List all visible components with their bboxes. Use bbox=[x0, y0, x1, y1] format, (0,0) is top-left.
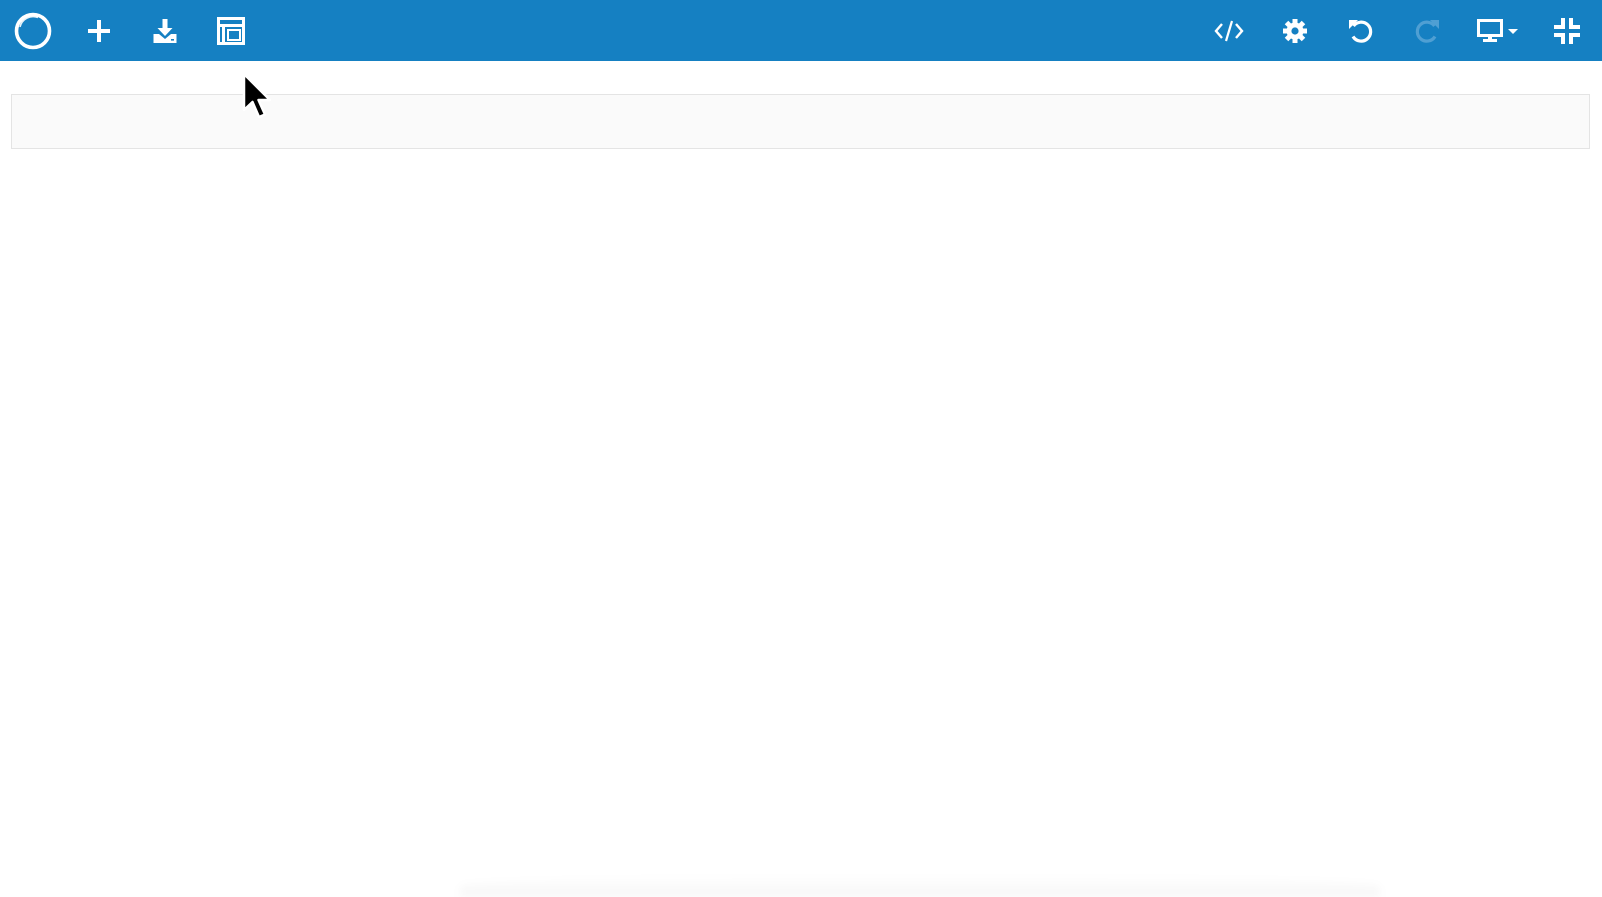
exit-fullscreen-button[interactable] bbox=[1536, 0, 1598, 61]
add-block-button[interactable] bbox=[66, 0, 132, 61]
device-preview-dropdown[interactable] bbox=[1460, 0, 1536, 61]
editor-canvas[interactable] bbox=[0, 61, 1602, 897]
toolbar-right-group bbox=[1196, 0, 1602, 61]
layout-icon bbox=[217, 16, 245, 45]
logo-ring-icon bbox=[14, 12, 52, 49]
desktop-device-icon bbox=[1477, 18, 1503, 42]
undo-icon bbox=[1349, 19, 1373, 43]
page-builder-app bbox=[0, 0, 1602, 897]
chevron-down-icon bbox=[1508, 28, 1518, 34]
settings-button[interactable] bbox=[1262, 0, 1328, 61]
top-toolbar bbox=[0, 0, 1602, 61]
compress-icon bbox=[1554, 17, 1580, 44]
canvas-bottom-shadow bbox=[460, 875, 1380, 897]
toolbar-left-group bbox=[0, 0, 264, 61]
empty-section[interactable] bbox=[11, 94, 1590, 149]
download-icon bbox=[153, 18, 177, 43]
code-icon bbox=[1214, 20, 1244, 41]
plus-icon bbox=[88, 19, 110, 42]
gear-icon bbox=[1283, 18, 1307, 43]
logo-button[interactable] bbox=[0, 0, 66, 61]
view-code-button[interactable] bbox=[1196, 0, 1262, 61]
redo-button[interactable] bbox=[1394, 0, 1460, 61]
undo-button[interactable] bbox=[1328, 0, 1394, 61]
import-button[interactable] bbox=[132, 0, 198, 61]
layout-manager-button[interactable] bbox=[198, 0, 264, 61]
redo-icon bbox=[1415, 19, 1439, 43]
